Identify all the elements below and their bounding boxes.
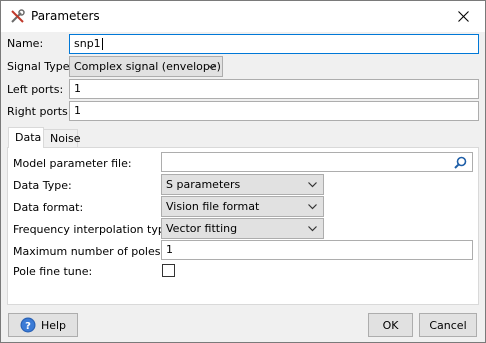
name-label: Name: xyxy=(7,37,44,50)
chevron-down-icon xyxy=(308,204,317,210)
data-type-value: S parameters xyxy=(166,178,241,191)
chevron-down-icon xyxy=(207,64,216,70)
svg-text:?: ? xyxy=(25,321,31,332)
pole-fine-tune-checkbox[interactable] xyxy=(162,264,175,277)
title-bar: Parameters xyxy=(1,1,485,32)
cancel-button-label: Cancel xyxy=(429,318,467,332)
pole-fine-tune-label: Pole fine tune: xyxy=(13,265,93,278)
help-button[interactable]: ? Help xyxy=(8,313,78,337)
cancel-button[interactable]: Cancel xyxy=(419,313,477,337)
search-icon[interactable] xyxy=(454,156,467,169)
tools-icon xyxy=(11,9,25,23)
close-icon xyxy=(457,10,469,22)
chevron-down-icon xyxy=(308,182,317,188)
name-input[interactable]: snp1 xyxy=(69,34,479,54)
parameters-dialog: Parameters Name: snp1 Signal Type: Compl… xyxy=(0,0,486,343)
right-ports-label: Right ports: xyxy=(7,105,72,118)
tab-noise-label: Noise xyxy=(50,132,81,145)
maximum-number-of-poles-value: 1 xyxy=(166,243,173,256)
close-button[interactable] xyxy=(441,1,485,31)
frequency-interpolation-type-dropdown[interactable]: Vector fitting xyxy=(161,218,324,239)
ok-button[interactable]: OK xyxy=(368,313,413,337)
frequency-interpolation-type-value: Vector fitting xyxy=(166,222,238,235)
tab-data-label: Data xyxy=(15,131,42,144)
left-ports-value: 1 xyxy=(74,82,81,95)
model-parameter-file-label: Model parameter file: xyxy=(13,157,132,170)
data-type-label: Data Type: xyxy=(13,179,72,192)
left-ports-input[interactable]: 1 xyxy=(69,79,479,99)
text-cursor xyxy=(101,38,103,50)
help-icon: ? xyxy=(20,317,36,333)
maximum-number-of-poles-input[interactable]: 1 xyxy=(161,240,473,260)
help-button-label: Help xyxy=(40,318,67,332)
name-input-value: snp1 xyxy=(74,37,101,50)
chevron-down-icon xyxy=(308,226,317,232)
window-title: Parameters xyxy=(31,9,100,23)
model-parameter-file-input[interactable] xyxy=(161,152,473,172)
ok-button-label: OK xyxy=(382,318,399,332)
signal-type-label: Signal Type: xyxy=(7,60,74,73)
data-type-dropdown[interactable]: S parameters xyxy=(161,174,324,195)
data-format-value: Vision file format xyxy=(166,200,260,213)
left-ports-label: Left ports: xyxy=(7,83,64,96)
frequency-interpolation-type-label: Frequency interpolation type: xyxy=(13,223,176,236)
signal-type-value: Complex signal (envelope) xyxy=(74,60,221,73)
signal-type-dropdown[interactable]: Complex signal (envelope) xyxy=(69,56,223,77)
tab-data[interactable]: Data xyxy=(8,127,44,148)
right-ports-input[interactable]: 1 xyxy=(69,101,479,121)
data-format-label: Data format: xyxy=(13,201,84,214)
maximum-number-of-poles-label: Maximum number of poles: xyxy=(13,245,165,258)
right-ports-value: 1 xyxy=(74,104,81,117)
data-format-dropdown[interactable]: Vision file format xyxy=(161,196,324,217)
tab-noise[interactable]: Noise xyxy=(43,129,81,147)
